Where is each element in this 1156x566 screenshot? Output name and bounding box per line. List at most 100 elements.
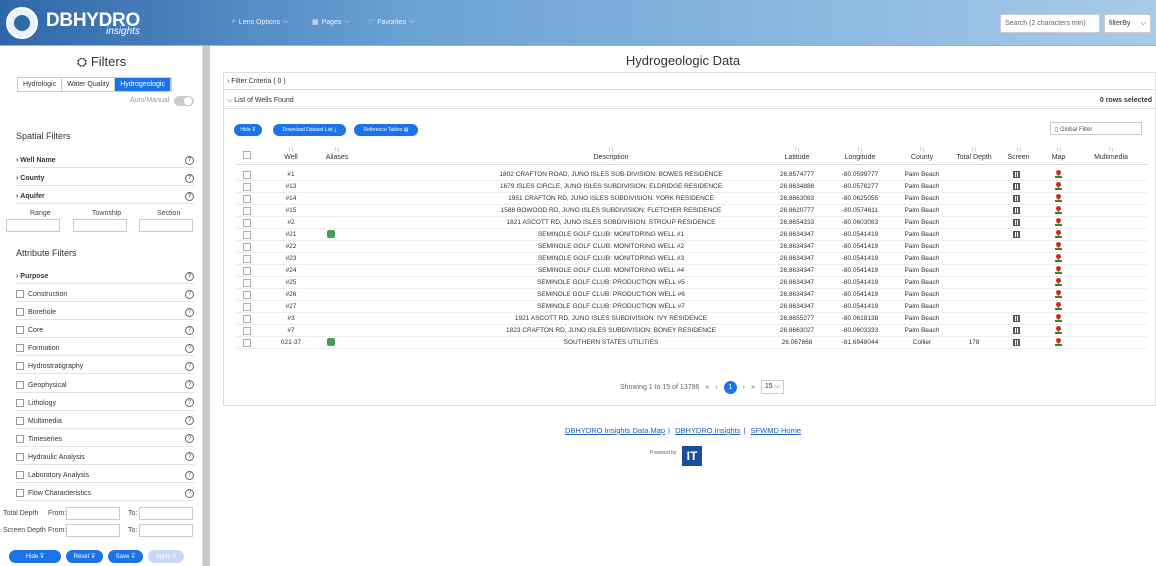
map-pin-icon[interactable]	[1055, 254, 1062, 263]
filter-core[interactable]: Core?	[16, 323, 194, 339]
filter-multimedia[interactable]: Multimedia?	[16, 414, 194, 429]
nav-favorites[interactable]: ♡ Favorites ⌵	[368, 18, 414, 26]
nav-pages[interactable]: ▦ Pages ⌵	[312, 18, 350, 26]
row-checkbox[interactable]	[243, 303, 251, 311]
checkbox[interactable]	[16, 290, 24, 298]
filter-geophysical[interactable]: Geophysical?	[16, 378, 194, 393]
screen-grid-icon[interactable]	[1013, 231, 1020, 238]
help-icon[interactable]: ?	[185, 155, 194, 165]
help-icon[interactable]: ?	[185, 325, 194, 335]
filter-flow-characteristics[interactable]: Flow Characteristics?	[16, 486, 194, 502]
map-pin-icon[interactable]	[1055, 314, 1062, 323]
help-icon[interactable]: ?	[185, 361, 194, 371]
screen-grid-icon[interactable]	[1013, 207, 1020, 214]
tab-water-quality[interactable]: Water Quality	[62, 78, 116, 91]
prev-page-button[interactable]: ‹	[715, 384, 717, 391]
column-header-multimedia[interactable]: ↑↓ Multimedia	[1081, 146, 1141, 162]
sidebar-save-button[interactable]: Save ⊽	[108, 550, 143, 563]
next-page-button[interactable]: ›	[743, 384, 745, 391]
table-row[interactable]: #2 1821 ASCOTT RD, JUNO ISLES SUBDIVISION…	[236, 217, 1147, 229]
row-checkbox[interactable]	[243, 339, 251, 347]
filter-lithology[interactable]: Lithology?	[16, 396, 194, 411]
filter-criteria-header[interactable]: › Filter Criteria ( 0 )	[224, 73, 1155, 90]
map-pin-icon[interactable]	[1055, 242, 1062, 251]
sidebar-reset-button[interactable]: Reset ⊽	[66, 550, 103, 563]
global-search-input[interactable]: Search (2 characters min)	[1000, 14, 1100, 33]
column-header-map[interactable]: ↑↓ Map	[1046, 146, 1071, 162]
row-checkbox[interactable]	[243, 183, 251, 191]
checkbox[interactable]	[16, 434, 24, 443]
help-icon[interactable]: ?	[185, 271, 194, 281]
help-icon[interactable]: ?	[185, 380, 194, 389]
table-row[interactable]: #14 1951 CRAFTON RD, JUNO ISLES SUBDIVISI…	[236, 193, 1147, 205]
help-icon[interactable]: ?	[185, 289, 194, 299]
help-icon[interactable]: ?	[185, 173, 194, 183]
map-pin-icon[interactable]	[1055, 266, 1062, 275]
checkbox[interactable]	[16, 471, 24, 479]
table-row[interactable]: #23 SEMINOLE GOLF CLUB: MONITORING WELL #…	[236, 253, 1147, 265]
help-icon[interactable]: ?	[185, 488, 194, 498]
auto-manual-toggle[interactable]	[174, 96, 194, 106]
page-size-select[interactable]: 15 ⌵	[760, 380, 784, 394]
checkbox[interactable]	[16, 326, 24, 335]
aliases-icon[interactable]	[327, 338, 335, 346]
checkbox[interactable]	[16, 344, 24, 353]
sidebar-apply-button[interactable]: Apply ⊽	[148, 550, 184, 563]
row-checkbox[interactable]	[243, 279, 251, 287]
map-pin-icon[interactable]	[1055, 206, 1062, 215]
column-header-latitude[interactable]: ↑↓ Latitude	[776, 146, 818, 162]
table-row[interactable]: 021-37 SOUTHERN STATES UTILITIES 26.067868…	[236, 337, 1147, 349]
row-checkbox[interactable]	[243, 219, 251, 227]
screen-grid-icon[interactable]	[1013, 339, 1020, 346]
checkbox[interactable]	[16, 308, 24, 317]
cell-well[interactable]: #22	[272, 243, 310, 250]
filter-well-name[interactable]: › Well Name?	[16, 153, 194, 168]
map-pin-icon[interactable]	[1055, 302, 1062, 311]
filter-formation[interactable]: Formation?	[16, 341, 194, 357]
table-row[interactable]: #25 SEMINOLE GOLF CLUB: PRODUCTION WELL #…	[236, 277, 1147, 289]
column-header-description[interactable]: ↑↓ Description	[536, 146, 686, 162]
cell-well[interactable]: #24	[272, 267, 310, 274]
map-pin-icon[interactable]	[1055, 194, 1062, 203]
table-row[interactable]: #13 1679 ISLES CIRCLE, JUNO ISLES SUBDIVI…	[236, 181, 1147, 193]
table-row[interactable]: #21 SEMINOLE GOLF CLUB: MONITORING WELL #…	[236, 229, 1147, 241]
filterby-select[interactable]: filterBy ⌵	[1104, 14, 1151, 33]
map-pin-icon[interactable]	[1055, 338, 1062, 347]
map-pin-icon[interactable]	[1055, 170, 1062, 179]
filter-borehole[interactable]: Borehole?	[16, 305, 194, 321]
screen-grid-icon[interactable]	[1013, 327, 1020, 334]
checkbox[interactable]	[16, 362, 24, 371]
screen-grid-icon[interactable]	[1013, 195, 1020, 202]
row-checkbox[interactable]	[243, 291, 251, 299]
column-header-aliases[interactable]: ↑↓ Aliases	[316, 146, 358, 162]
data-map-link[interactable]: DBHYDRO Insights Data Map	[565, 426, 665, 435]
global-filter-input[interactable]: ▯ Global Filter	[1050, 122, 1142, 135]
table-row[interactable]: #24 SEMINOLE GOLF CLUB: MONITORING WELL #…	[236, 265, 1147, 277]
map-pin-icon[interactable]	[1055, 230, 1062, 239]
screen-depth-from-input[interactable]	[66, 524, 120, 537]
table-row[interactable]: #26 SEMINOLE GOLF CLUB: PRODUCTION WELL #…	[236, 289, 1147, 301]
tab-hydrogeologic[interactable]: Hydrogeologic	[115, 78, 171, 91]
table-row[interactable]: #1 1802 CRAFTON ROAD, JUNO ISLES SUB-DIVI…	[236, 169, 1147, 181]
filter-construction[interactable]: Construction?	[16, 287, 194, 302]
help-icon[interactable]: ?	[185, 343, 194, 353]
column-header-total-depth[interactable]: ↑↓ Total Depth	[953, 146, 995, 162]
table-row[interactable]: #7 1823 CRAFTON RD, JUNO ISLES SUBDIVISIO…	[236, 325, 1147, 337]
page-1-button[interactable]: 1	[723, 380, 737, 394]
township-input[interactable]	[73, 219, 127, 232]
download-dataset-button[interactable]: Download Dataset List ⤓	[273, 124, 346, 136]
help-icon[interactable]: ?	[185, 307, 194, 317]
last-page-button[interactable]: »	[751, 384, 755, 391]
wells-list-header[interactable]: ⌵ List of Wells Found 0 rows selected	[224, 92, 1155, 109]
app-logo[interactable]: DBHYDRO insights	[6, 4, 196, 42]
screen-grid-icon[interactable]	[1013, 315, 1020, 322]
help-icon[interactable]: ?	[185, 434, 194, 444]
checkbox[interactable]	[16, 416, 24, 425]
map-pin-icon[interactable]	[1055, 218, 1062, 227]
help-icon[interactable]: ?	[185, 398, 194, 408]
row-checkbox[interactable]	[243, 315, 251, 323]
cell-well[interactable]: #27	[272, 303, 310, 310]
column-header-screen[interactable]: ↑↓ Screen	[1006, 146, 1031, 162]
table-row[interactable]: #15 1588 BOWOOD RD, JUNO ISLES SUBDIVISIO…	[236, 205, 1147, 217]
row-checkbox[interactable]	[243, 207, 251, 215]
